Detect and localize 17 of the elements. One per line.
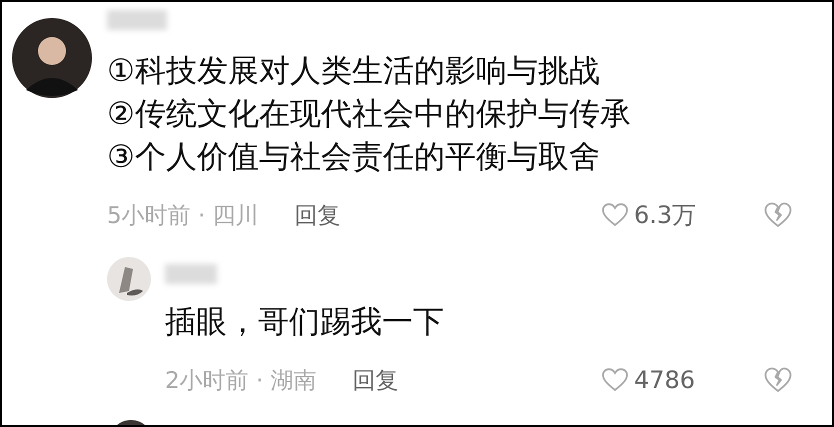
comment-text: 插眼，哥们踢我一下 — [165, 303, 445, 342]
comment-text: ③个人价值与社会责任的平衡与取舍 — [107, 138, 601, 177]
blurred-username — [107, 10, 167, 30]
reply-button[interactable]: 回复 — [294, 200, 341, 230]
comment-text: ①科技发展对人类生活的影响与挑战 — [107, 52, 601, 91]
time-location: 5小时前 · 四川 — [107, 202, 259, 230]
broken-heart-icon[interactable] — [764, 202, 792, 228]
comment-text: ②传统文化在现代社会中的保护与传承 — [107, 95, 632, 134]
time-location: 2小时前 · 湖南 — [165, 366, 317, 396]
broken-heart-icon[interactable] — [764, 367, 792, 393]
blurred-username — [165, 264, 217, 284]
reply-button[interactable]: 回复 — [352, 364, 399, 396]
avatar — [107, 257, 151, 301]
like-count: 4786 — [634, 366, 696, 394]
like-icon[interactable] — [602, 203, 628, 227]
like-count: 6.3万 — [634, 200, 698, 231]
like-icon[interactable] — [602, 368, 628, 392]
